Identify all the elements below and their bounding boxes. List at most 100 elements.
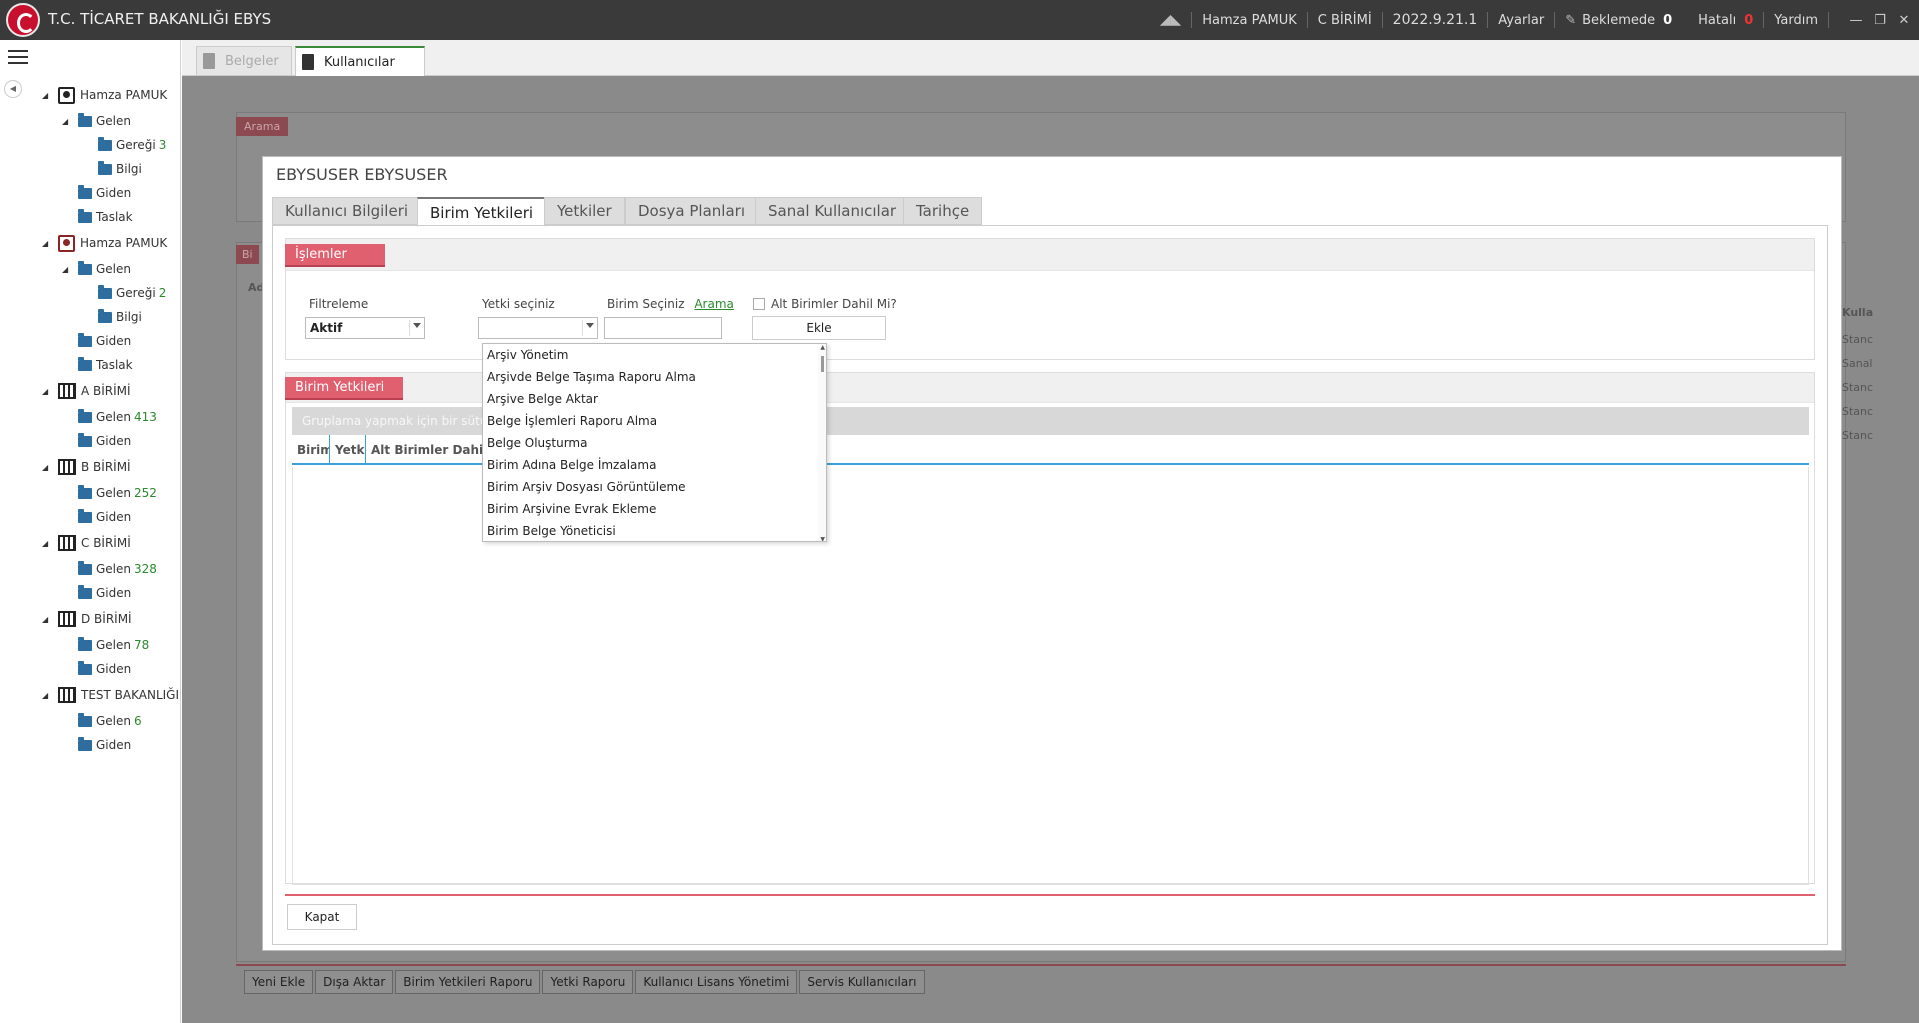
tree-item[interactable]: ◢ Gelen — [62, 258, 132, 280]
tab-dosya-planlari[interactable]: Dosya Planları — [625, 197, 758, 225]
tree-item[interactable]: Gelen 413 — [78, 406, 157, 428]
expand-toggle-icon[interactable]: ◢ — [42, 463, 48, 472]
filter-select[interactable]: Aktif — [305, 317, 425, 339]
tree-item[interactable]: Gelen 252 — [78, 482, 157, 504]
announcement-icon[interactable]: ◢◣ — [1160, 12, 1182, 28]
tree-item[interactable]: Gereği 3 — [98, 134, 166, 156]
expand-toggle-icon[interactable]: ◢ — [42, 91, 48, 100]
pending-label[interactable]: Beklemede — [1582, 13, 1655, 28]
dropdown-option[interactable]: Arşivde Belge Taşıma Raporu Alma — [483, 366, 826, 388]
tree-item[interactable]: Gelen 78 — [78, 634, 149, 656]
tree-item-label: Hamza PAMUK — [80, 88, 168, 102]
error-label[interactable]: Hatalı — [1698, 13, 1736, 28]
tree-item[interactable]: Gelen 328 — [78, 558, 157, 580]
tab-belgeler[interactable]: Belgeler — [196, 46, 292, 76]
hamburger-menu-icon[interactable] — [8, 50, 28, 64]
tree-item-label: Gelen — [96, 262, 132, 276]
tree-item[interactable]: Giden — [78, 182, 131, 204]
permission-report-button[interactable]: Yetki Raporu — [542, 970, 634, 994]
settings-link[interactable]: Ayarlar — [1498, 13, 1544, 28]
current-unit[interactable]: C BİRİMİ — [1318, 13, 1372, 28]
main-tab-bar: Belgeler Kullanıcılar — [182, 40, 1919, 76]
tree-item[interactable]: ◢ Hamza PAMUK — [42, 84, 168, 106]
collapse-sidebar-icon[interactable]: ◀ — [4, 80, 22, 98]
tree-item[interactable]: Gelen 6 — [78, 710, 142, 732]
add-button[interactable]: Ekle — [752, 316, 886, 340]
tab-kullanici-bilgileri[interactable]: Kullanıcı Bilgileri — [272, 197, 422, 225]
expand-toggle-icon[interactable]: ◢ — [42, 691, 48, 700]
tree-item[interactable]: Giden — [78, 658, 131, 680]
folder-icon — [98, 136, 112, 151]
expand-toggle-icon[interactable]: ◢ — [42, 539, 48, 548]
tree-item-label: Giden — [96, 186, 132, 200]
dropdown-option[interactable]: Belge Oluşturma — [483, 432, 826, 454]
tree-item[interactable]: ◢ B BİRİMİ — [42, 456, 131, 478]
dropdown-option[interactable]: Arşive Belge Aktar — [483, 388, 826, 410]
unit-search-link[interactable]: Arama — [694, 297, 734, 311]
export-button[interactable]: Dışa Aktar — [315, 970, 394, 994]
tree-item[interactable]: ◢ Hamza PAMUK — [42, 232, 167, 254]
tree-item[interactable]: Gereği 2 — [98, 282, 166, 304]
column-header-alt-birimler[interactable]: Alt Birimler Dahil M — [366, 435, 486, 465]
footer-divider — [285, 894, 1815, 896]
folder-icon — [78, 508, 92, 523]
tree-item[interactable]: Taslak — [78, 354, 133, 376]
dropdown-option[interactable]: Birim Arşivine Evrak Ekleme — [483, 498, 826, 520]
expand-toggle-icon[interactable]: ◢ — [62, 117, 68, 126]
dropdown-option[interactable]: Belge İşlemleri Raporu Alma — [483, 410, 826, 432]
expand-toggle-icon[interactable]: ◢ — [62, 265, 68, 274]
expand-toggle-icon[interactable]: ◢ — [42, 239, 48, 248]
tab-birim-yetkileri[interactable]: Birim Yetkileri — [417, 197, 547, 227]
dropdown-option[interactable]: Birim Belge Yöneticisi — [483, 520, 826, 541]
unit-label-text: Birim Seçiniz — [607, 297, 685, 311]
tree-item-label: Giden — [96, 510, 132, 524]
tab-kullanicilar[interactable]: Kullanıcılar — [295, 46, 425, 76]
dropdown-option[interactable]: Birim Adına Belge İmzalama — [483, 454, 826, 476]
folder-icon — [78, 260, 92, 275]
scroll-up-icon[interactable]: ▲ — [820, 344, 825, 351]
tree-item[interactable]: ◢ Gelen — [62, 110, 132, 132]
service-users-button[interactable]: Servis Kullanıcıları — [799, 970, 925, 994]
dropdown-scrollbar[interactable]: ▲ ▼ — [818, 344, 826, 541]
user-name[interactable]: Hamza PAMUK — [1202, 13, 1297, 28]
close-dialog-button[interactable]: Kapat — [287, 904, 357, 930]
tree-item[interactable]: Giden — [78, 506, 131, 528]
close-icon[interactable]: ✕ — [1897, 13, 1911, 28]
tree-item[interactable]: Giden — [78, 582, 131, 604]
tree-item-label: Gelen — [96, 114, 132, 128]
new-add-button[interactable]: Yeni Ekle — [244, 970, 314, 994]
permission-select[interactable] — [478, 317, 598, 339]
tree-item[interactable]: Taslak — [78, 206, 133, 228]
tree-item[interactable]: ◢ TEST BAKANLIĞI — [42, 684, 179, 706]
tree-item[interactable]: ◢ A BİRİMİ — [42, 380, 131, 402]
tab-sanal-kullanicilar[interactable]: Sanal Kullanıcılar — [755, 197, 910, 225]
operations-header — [286, 239, 1814, 271]
tab-yetkiler[interactable]: Yetkiler — [544, 197, 625, 225]
license-management-button[interactable]: Kullanıcı Lisans Yönetimi — [635, 970, 798, 994]
expand-toggle-icon[interactable]: ◢ — [42, 387, 48, 396]
help-link[interactable]: Yardım — [1774, 13, 1818, 28]
unit-permissions-report-button[interactable]: Birim Yetkileri Raporu — [395, 970, 541, 994]
unit-input[interactable] — [604, 317, 722, 339]
column-header-yetki[interactable]: Yetki — [330, 435, 366, 465]
column-header-birim[interactable]: Birim — [292, 435, 330, 465]
permission-dropdown-list[interactable]: Arşiv Yönetim Arşivde Belge Taşıma Raporu… — [482, 343, 827, 542]
tree-item[interactable]: Giden — [78, 330, 131, 352]
include-sub-units-checkbox[interactable] — [753, 298, 765, 310]
tree-item[interactable]: Giden — [78, 734, 131, 756]
scroll-thumb[interactable] — [821, 356, 824, 372]
tree-item-label: Giden — [96, 662, 132, 676]
dropdown-option[interactable]: Arşiv Yönetim — [483, 344, 826, 366]
divider — [409, 320, 410, 336]
tree-item[interactable]: Giden — [78, 430, 131, 452]
tree-item[interactable]: Bilgi — [98, 306, 142, 328]
tab-tarihce[interactable]: Tarihçe — [903, 197, 983, 225]
restore-icon[interactable]: ❐ — [1873, 13, 1887, 28]
minimize-icon[interactable]: — — [1849, 13, 1863, 28]
tree-item-label: Gereği — [116, 138, 156, 152]
tree-item[interactable]: ◢ C BİRİMİ — [42, 532, 131, 554]
tree-item[interactable]: ◢ D BİRİMİ — [42, 608, 132, 630]
dropdown-option[interactable]: Birim Arşiv Dosyası Görüntüleme — [483, 476, 826, 498]
expand-toggle-icon[interactable]: ◢ — [42, 615, 48, 624]
tree-item[interactable]: Bilgi — [98, 158, 142, 180]
